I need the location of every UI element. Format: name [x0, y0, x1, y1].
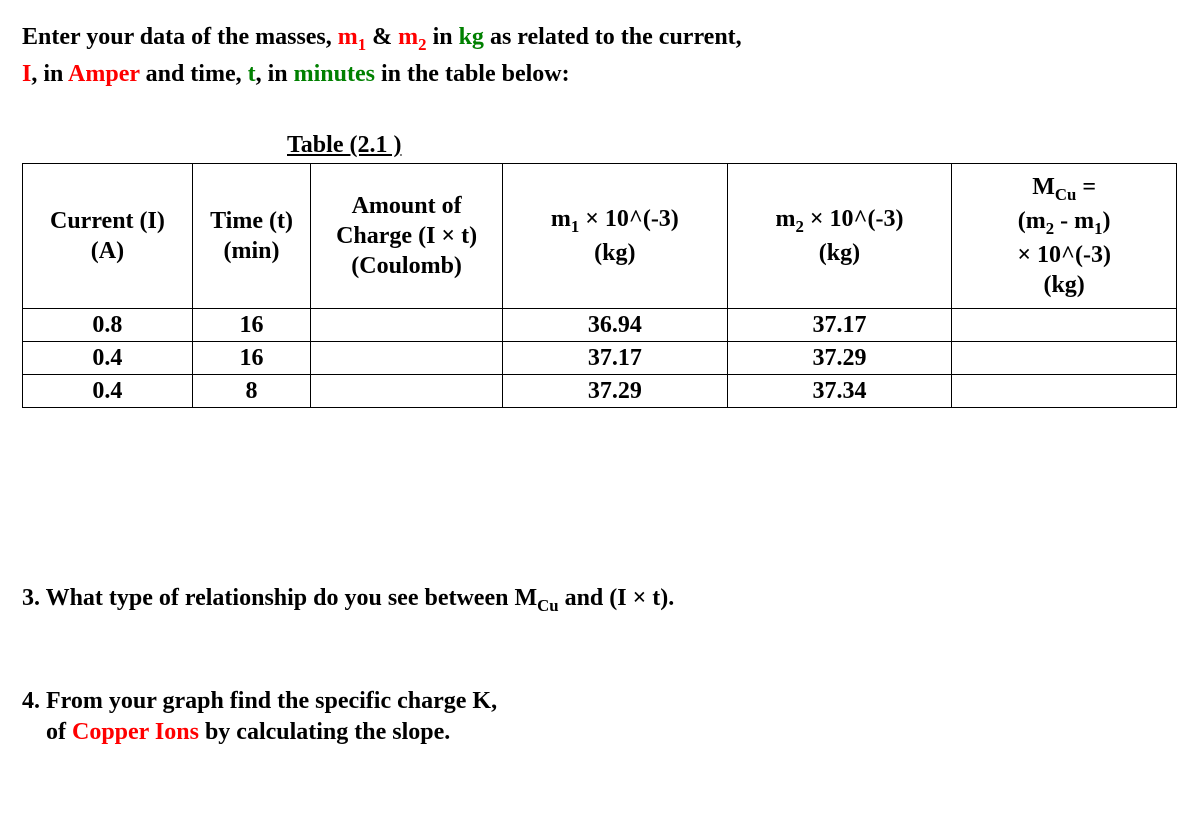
cell-time: 16: [192, 341, 310, 374]
col-mcu: MCu = (m2 - m1) × 10^(-3)(kg): [952, 163, 1177, 308]
cell-mcu: [952, 374, 1177, 407]
cell-mcu: [952, 308, 1177, 341]
cell-current: 0.8: [23, 308, 193, 341]
col-time: Time (t)(min): [192, 163, 310, 308]
cell-current: 0.4: [23, 374, 193, 407]
data-table: Current (I)(A) Time (t)(min) Amount ofCh…: [22, 163, 1177, 408]
cell-current: 0.4: [23, 341, 193, 374]
table-header-row: Current (I)(A) Time (t)(min) Amount ofCh…: [23, 163, 1177, 308]
cell-charge: [311, 341, 503, 374]
cell-charge: [311, 308, 503, 341]
cell-m1: 37.17: [502, 341, 727, 374]
cell-m1: 36.94: [502, 308, 727, 341]
question-4: 4. From your graph find the specific cha…: [22, 686, 1178, 748]
cell-m2: 37.17: [727, 308, 952, 341]
table-row: 0.4 16 37.17 37.29: [23, 341, 1177, 374]
table-row: 0.4 8 37.29 37.34: [23, 374, 1177, 407]
cell-m2: 37.29: [727, 341, 952, 374]
col-m1: m1 × 10^(-3)(kg): [502, 163, 727, 308]
cell-time: 8: [192, 374, 310, 407]
cell-mcu: [952, 341, 1177, 374]
col-current: Current (I)(A): [23, 163, 193, 308]
cell-charge: [311, 374, 503, 407]
cell-m1: 37.29: [502, 374, 727, 407]
cell-time: 16: [192, 308, 310, 341]
col-m2: m2 × 10^(-3)(kg): [727, 163, 952, 308]
question-3: 3. What type of relationship do you see …: [22, 583, 1178, 617]
cell-m2: 37.34: [727, 374, 952, 407]
instruction-text: Enter your data of the masses, m1 & m2 i…: [22, 20, 1178, 92]
col-charge: Amount ofCharge (I × t)(Coulomb): [311, 163, 503, 308]
table-row: 0.8 16 36.94 37.17: [23, 308, 1177, 341]
table-caption: Table (2.1 ): [287, 132, 1178, 159]
